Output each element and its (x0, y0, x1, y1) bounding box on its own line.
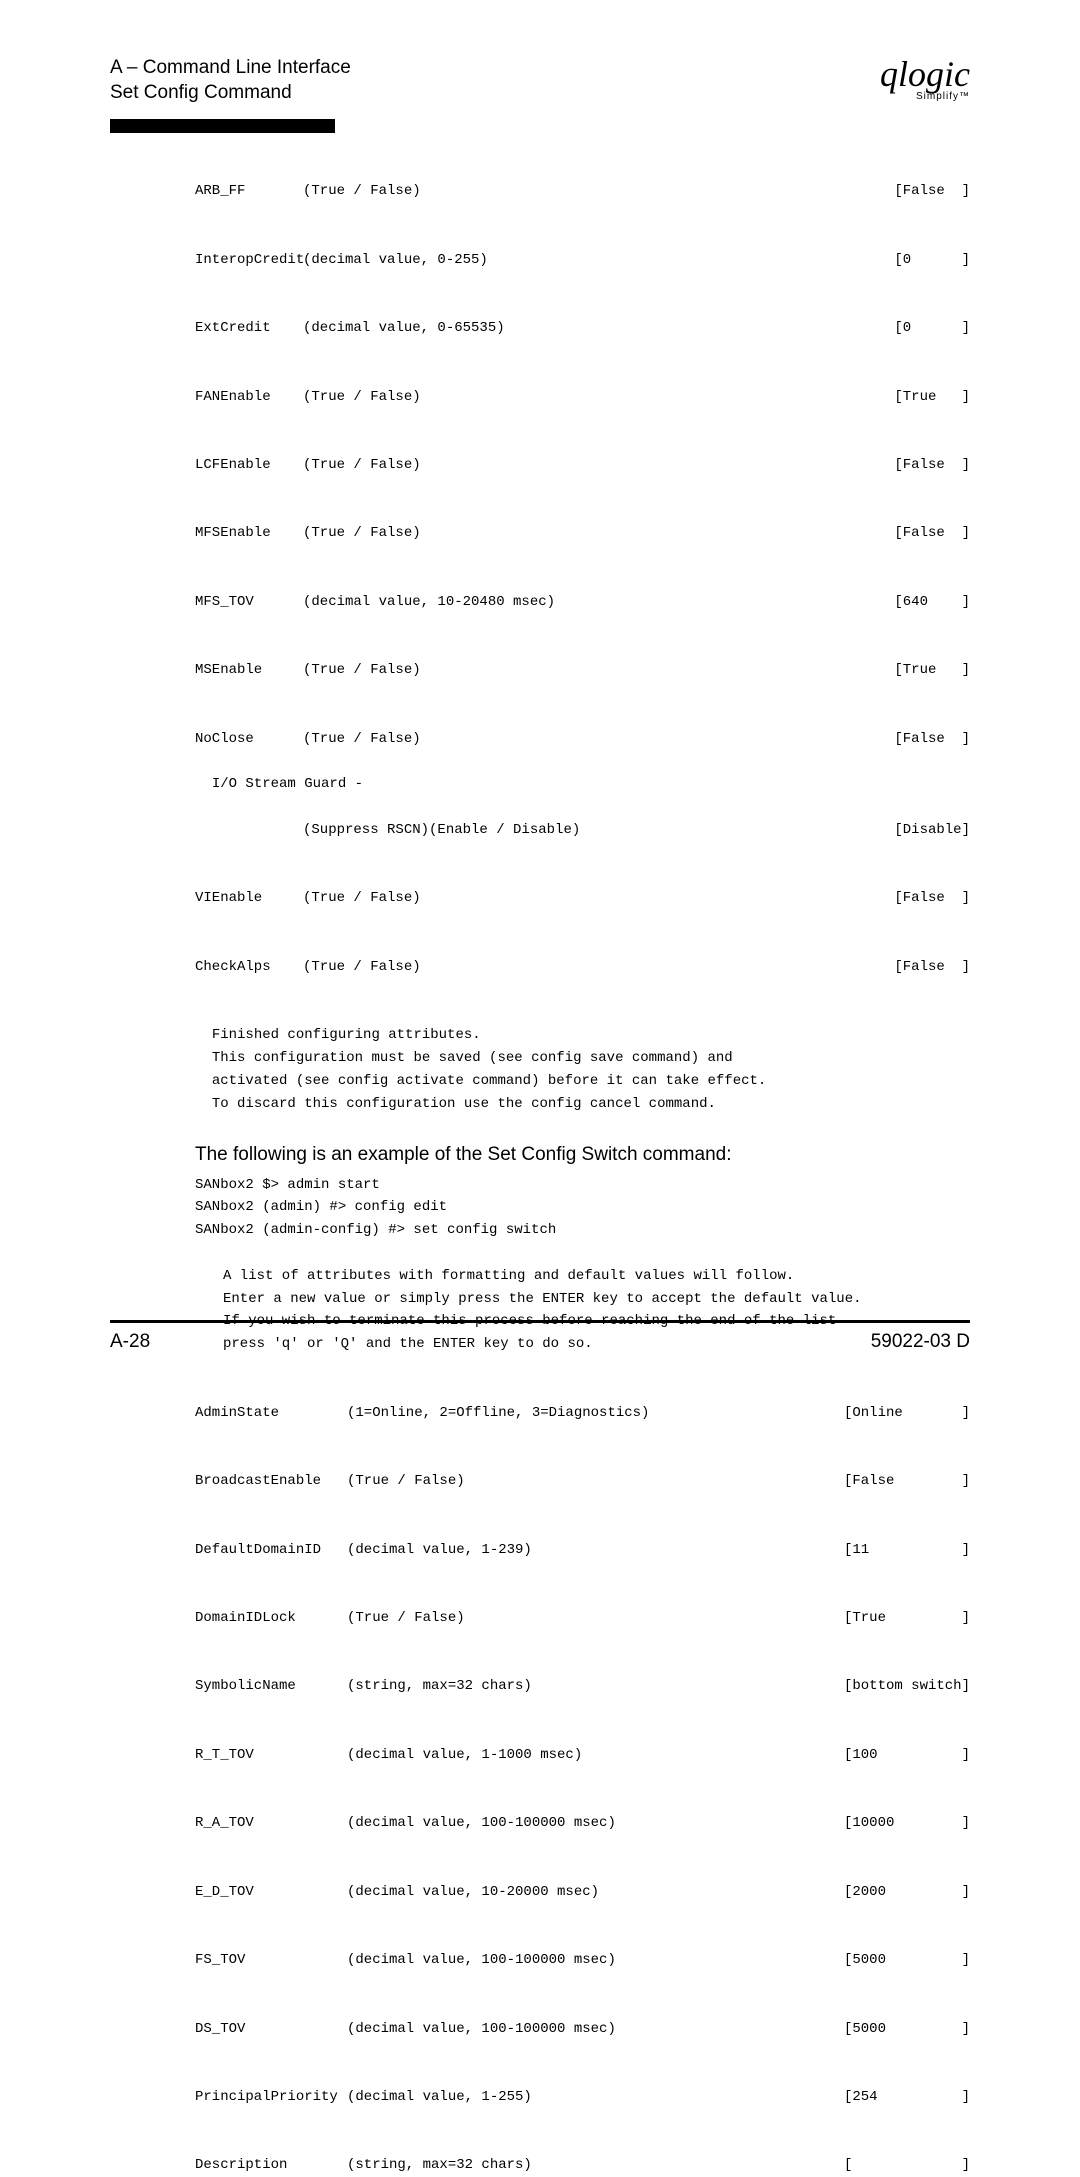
attr-name: R_T_TOV (195, 1744, 347, 1767)
attr-hint: (decimal value, 1-255) (347, 2086, 844, 2109)
attr-value: [5000 ] (844, 1949, 970, 1972)
attr-value: [True ] (844, 1607, 970, 1630)
attr-hint: (1=Online, 2=Offline, 3=Diagnostics) (347, 1402, 844, 1425)
cmd-line: SANbox2 (admin-config) #> set config swi… (195, 1222, 556, 1238)
footer-rule (110, 1320, 970, 1323)
attr-name: SymbolicName (195, 1675, 347, 1698)
cmd-line: SANbox2 (admin) #> config edit (195, 1199, 447, 1215)
logo-script: qlogic (880, 56, 970, 92)
attr-value: [100 ] (844, 1744, 970, 1767)
attr-name: FANEnable (195, 386, 303, 409)
attr-value: [Disable] (894, 819, 970, 842)
page-footer: A-28 59022-03 D (110, 1331, 970, 1353)
attr-value: [False ] (894, 522, 970, 545)
attr-name: FS_TOV (195, 1949, 347, 1972)
attr-name: NoClose (195, 728, 303, 751)
header-line-2: Set Config Command (110, 81, 351, 106)
attr-hint: (True / False) (347, 1607, 844, 1630)
attr-name: ARB_FF (195, 180, 303, 203)
io-stream-guard-label: I/O Stream Guard - (212, 776, 363, 792)
attr-name: DS_TOV (195, 2018, 347, 2041)
qlogic-logo: qlogic Simplify™ (880, 56, 970, 102)
page-header: A – Command Line Interface Set Config Co… (110, 56, 970, 105)
attr-hint: (True / False) (303, 386, 894, 409)
attr-name: AdminState (195, 1402, 347, 1425)
footer-left: A-28 (110, 1331, 150, 1353)
attr-name: PrincipalPriority (195, 2086, 347, 2109)
attr-value: [Online ] (844, 1402, 970, 1425)
attr-value: [11 ] (844, 1539, 970, 1562)
attr-hint: (decimal value, 1-239) (347, 1539, 844, 1562)
attr-hint: (decimal value, 100-100000 msec) (347, 1949, 844, 1972)
finish-msg: Finished configuring attributes. (212, 1027, 481, 1043)
attr-hint: (decimal value, 100-100000 msec) (347, 1812, 844, 1835)
attr-hint: (True / False) (303, 887, 894, 910)
attr-name: LCFEnable (195, 454, 303, 477)
attr-hint: (decimal value, 1-1000 msec) (347, 1744, 844, 1767)
attr-hint: (True / False) (303, 180, 894, 203)
attr-value: [False ] (844, 1470, 970, 1493)
instruction-line: Enter a new value or simply press the EN… (195, 1288, 970, 1311)
attr-name: MSEnable (195, 659, 303, 682)
attr-value: [False ] (894, 887, 970, 910)
attr-value: [False ] (894, 728, 970, 751)
attr-value: [ ] (844, 2154, 970, 2177)
attr-value: [bottom switch] (844, 1675, 970, 1698)
attr-hint: (string, max=32 chars) (347, 2154, 844, 2177)
header-line-1: A – Command Line Interface (110, 56, 351, 81)
attr-hint: (True / False) (303, 454, 894, 477)
attr-name: DefaultDomainID (195, 1539, 347, 1562)
attr-value: [True ] (894, 386, 970, 409)
attr-name: DomainIDLock (195, 1607, 347, 1630)
instruction-line: A list of attributes with formatting and… (195, 1265, 970, 1288)
attr-value: [False ] (894, 956, 970, 979)
section-intro: The following is an example of the Set C… (195, 1144, 970, 1166)
attr-name: MFSEnable (195, 522, 303, 545)
switch-command-block: SANbox2 $> admin start SANbox2 (admin) #… (195, 1174, 970, 2177)
attr-name: Description (195, 2154, 347, 2177)
attr-value: [0 ] (894, 317, 970, 340)
attr-hint: (decimal value, 0-65535) (303, 317, 894, 340)
attr-name: VIEnable (195, 887, 303, 910)
footer-right: 59022-03 D (871, 1331, 970, 1353)
attr-value: [True ] (894, 659, 970, 682)
attr-hint: (decimal value, 10-20480 msec) (303, 591, 894, 614)
attr-name: InteropCredit (195, 249, 303, 272)
attr-value: [5000 ] (844, 2018, 970, 2041)
attr-hint: (decimal value, 100-100000 msec) (347, 2018, 844, 2041)
attr-value: [254 ] (844, 2086, 970, 2109)
attr-name: CheckAlps (195, 956, 303, 979)
header-thick-rule (110, 119, 335, 133)
attr-value: [False ] (894, 180, 970, 203)
attr-hint: (True / False) (303, 956, 894, 979)
attr-hint: (Suppress RSCN)(Enable / Disable) (303, 819, 894, 842)
attr-value: [10000 ] (844, 1812, 970, 1835)
attr-hint: (decimal value, 0-255) (303, 249, 894, 272)
finish-msg: activated (see config activate command) … (212, 1073, 767, 1089)
finish-msg: This configuration must be saved (see co… (212, 1050, 733, 1066)
header-title-block: A – Command Line Interface Set Config Co… (110, 56, 351, 105)
page: A – Command Line Interface Set Config Co… (0, 0, 1080, 1397)
finish-msg: To discard this configuration use the co… (212, 1096, 716, 1112)
attr-value: [2000 ] (844, 1881, 970, 1904)
cmd-line: SANbox2 $> admin start (195, 1177, 380, 1193)
attr-value: [640 ] (894, 591, 970, 614)
attr-value: [0 ] (894, 249, 970, 272)
attr-hint: (True / False) (303, 659, 894, 682)
attr-hint: (decimal value, 10-20000 msec) (347, 1881, 844, 1904)
attr-hint: (True / False) (347, 1470, 844, 1493)
attr-hint: (string, max=32 chars) (347, 1675, 844, 1698)
port-attribute-block: ARB_FF(True / False)[False ] InteropCred… (195, 157, 970, 1115)
attr-value: [False ] (894, 454, 970, 477)
attr-hint: (True / False) (303, 522, 894, 545)
attr-name: MFS_TOV (195, 591, 303, 614)
attr-name: E_D_TOV (195, 1881, 347, 1904)
attr-name: BroadcastEnable (195, 1470, 347, 1493)
attr-name: ExtCredit (195, 317, 303, 340)
attr-hint: (True / False) (303, 728, 894, 751)
attr-name: R_A_TOV (195, 1812, 347, 1835)
